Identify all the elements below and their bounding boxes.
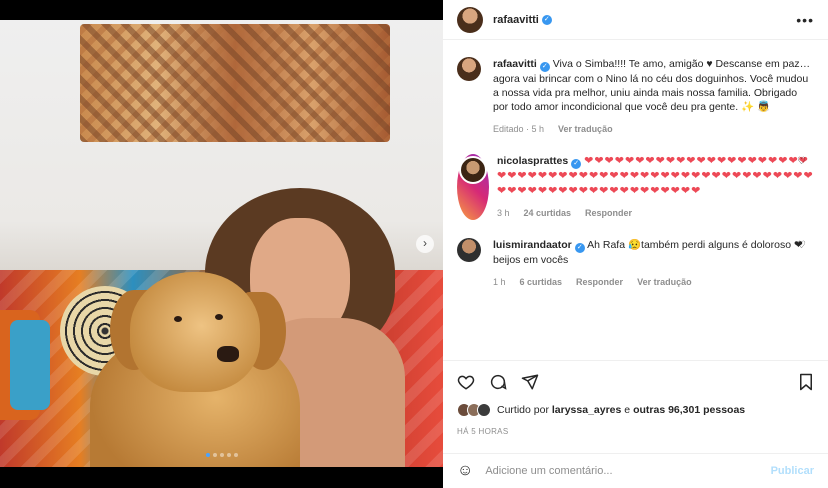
dog [70, 270, 300, 467]
comment-item: luismirandaator ✓ Ah Rafa 😥também perdi a… [457, 238, 814, 289]
avatar [477, 403, 491, 417]
publish-button[interactable]: Publicar [771, 465, 814, 477]
comment-likes[interactable]: 6 curtidas [520, 275, 563, 289]
post-timestamp: HÁ 5 HORAS [457, 427, 509, 436]
likes-middle: e [624, 404, 631, 416]
verified-badge-icon: ✓ [539, 62, 550, 72]
comment-time: 1 h [493, 277, 506, 287]
avatar[interactable] [457, 6, 483, 33]
share-icon[interactable] [521, 373, 539, 391]
reply-button[interactable]: Responder [576, 275, 623, 289]
caption-username[interactable]: rafaavitti [493, 58, 537, 70]
carousel-dot[interactable] [226, 453, 231, 457]
dog-eye [174, 316, 182, 322]
carousel-dot[interactable] [205, 453, 210, 457]
comment-item: nicolasprattes ✓ ❤❤❤❤❤❤❤❤❤❤❤❤❤❤❤❤❤❤❤❤❤❤❤❤… [457, 154, 814, 220]
liker-username[interactable]: laryssa_ayres [552, 404, 622, 416]
add-comment-bar: ☺ Publicar [443, 453, 828, 488]
dog-eye [215, 314, 223, 320]
likes-prefix: Curtido por [497, 404, 549, 416]
avatar [459, 156, 487, 184]
comment-time: 3 h [497, 208, 510, 218]
verified-badge-icon: ✓ [541, 14, 552, 25]
verified-badge-icon: ✓ [571, 159, 582, 169]
post-username[interactable]: rafaavitti [493, 14, 539, 26]
carousel-dot[interactable] [212, 453, 217, 457]
likes-summary: Curtido por laryssa_ayres e outras 96,30… [457, 403, 814, 417]
verified-badge-icon: ✓ [574, 243, 585, 253]
post-photo[interactable] [0, 20, 443, 467]
dog-nose [217, 346, 239, 362]
chevron-right-icon[interactable]: › [416, 235, 434, 253]
comment-input[interactable] [485, 465, 771, 477]
dog-head [130, 272, 260, 392]
caption: rafaavitti ✓ Viva o Simba!!!! Te amo, ami… [457, 57, 814, 136]
comment-likes[interactable]: 24 curtidas [524, 206, 572, 220]
comment-username[interactable]: luismirandaator [493, 239, 572, 251]
see-translation-link[interactable]: Ver tradução [637, 275, 692, 289]
post-header: rafaavitti ✓ ••• [443, 0, 828, 40]
story-ring[interactable] [457, 154, 489, 220]
likes-others-link[interactable]: outras 96,301 pessoas [633, 404, 745, 416]
see-translation-link[interactable]: Ver tradução [558, 122, 613, 136]
post-media-pane: › [0, 0, 443, 488]
avatar[interactable] [457, 238, 481, 262]
reply-button[interactable]: Responder [585, 206, 632, 220]
wall-art [80, 24, 390, 142]
comment-username[interactable]: nicolasprattes [497, 155, 568, 167]
carousel-dot[interactable] [233, 453, 238, 457]
emoji-icon[interactable]: ☺ [457, 462, 473, 480]
post-actions: Curtido por laryssa_ayres e outras 96,30… [443, 360, 828, 436]
pillow [10, 320, 50, 410]
comment-icon[interactable] [489, 373, 507, 391]
bookmark-icon[interactable] [798, 373, 814, 391]
avatar[interactable] [457, 57, 481, 81]
carousel-dots [0, 453, 443, 457]
heart-icon[interactable] [457, 373, 475, 391]
like-comment-heart-icon[interactable]: ♡ [797, 156, 806, 167]
liker-avatars [457, 403, 491, 417]
like-comment-heart-icon[interactable]: ♡ [797, 240, 806, 251]
post-sidebar: rafaavitti ✓ ••• rafaavitti ✓ Viva o Simb… [443, 0, 828, 488]
comments-list[interactable]: rafaavitti ✓ Viva o Simba!!!! Te amo, ami… [443, 41, 828, 359]
carousel-dot[interactable] [219, 453, 224, 457]
more-options-icon[interactable]: ••• [796, 12, 814, 28]
caption-edited: Editado · 5 h [493, 124, 545, 134]
